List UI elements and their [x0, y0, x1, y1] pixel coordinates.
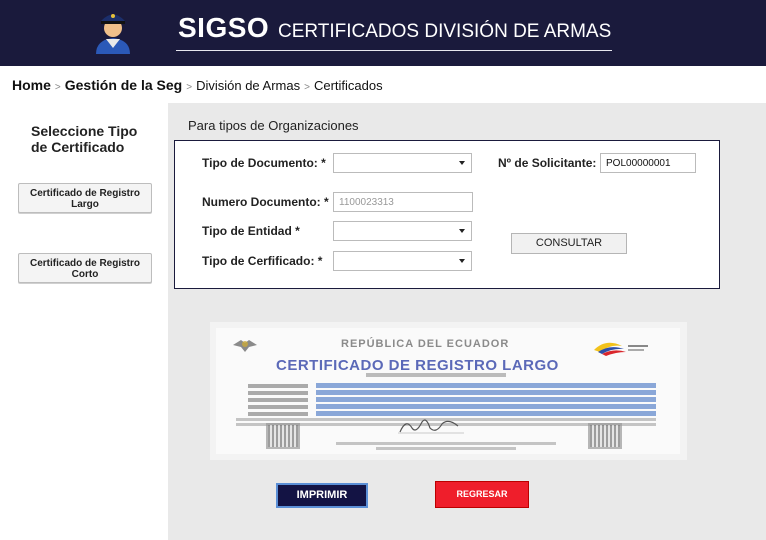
section-title: Para tipos de Organizaciones: [188, 118, 359, 133]
search-form: Tipo de Documento: * Nº de Solicitante: …: [174, 140, 720, 289]
certificate-document: REPÚBLICA DEL ECUADOR CERTIFICADO DE REG…: [216, 328, 680, 454]
tipo-entidad-select[interactable]: [333, 221, 472, 241]
certificate-field-value: [316, 383, 656, 388]
numero-documento-field[interactable]: 1100023313: [333, 192, 473, 212]
breadcrumb-gestion[interactable]: Gestión de la Seg: [65, 77, 182, 93]
certificate-field-label: [248, 405, 308, 409]
consultar-button[interactable]: CONSULTAR: [511, 233, 627, 254]
certificate-field-value: [316, 397, 656, 402]
certificate-title: CERTIFICADO DE REGISTRO LARGO: [276, 357, 559, 374]
breadcrumb-home[interactable]: Home: [12, 77, 51, 93]
certificate-field-label: [248, 384, 308, 388]
certificate-field-label: [248, 398, 308, 402]
app-subtitle: CERTIFICADOS DIVISIÓN DE ARMAS: [278, 21, 612, 42]
certificado-corto-button[interactable]: Certificado de Registro Corto: [18, 253, 152, 283]
certificate-field-value: [316, 404, 656, 409]
certificate-country: REPÚBLICA DEL ECUADOR: [341, 338, 510, 350]
app-header: SIGSO CERTIFICADOS DIVISIÓN DE ARMAS: [0, 0, 766, 66]
header-divider: [176, 50, 612, 51]
certificate-footer-line: [336, 442, 556, 445]
imprimir-button[interactable]: IMPRIMIR: [276, 483, 368, 508]
breadcrumb-division-armas[interactable]: División de Armas: [196, 78, 300, 93]
certificado-largo-button[interactable]: Certificado de Registro Largo: [18, 183, 152, 213]
signature-icon: [398, 419, 464, 434]
tipo-certificado-select[interactable]: [333, 251, 472, 271]
solicitante-field[interactable]: POL00000001: [600, 153, 696, 173]
ministry-logo-icon: [594, 342, 648, 356]
certificate-footer-line: [376, 447, 516, 450]
numero-documento-label: Numero Documento: *: [202, 195, 329, 209]
qr-code-icon: [588, 423, 622, 449]
main-panel: Para tipos de Organizaciones Tipo de Doc…: [168, 103, 766, 540]
certificate-field-label: [248, 391, 308, 395]
qr-code-icon: [266, 423, 300, 449]
eagle-emblem-icon: [233, 340, 257, 352]
breadcrumb: Home > Gestión de la Seg > División de Armas…: [12, 77, 383, 93]
certificate-field-value: [316, 390, 656, 395]
breadcrumb-separator-icon: >: [186, 82, 193, 93]
tipo-documento-label: Tipo de Documento: *: [202, 156, 326, 170]
certificate-preview: REPÚBLICA DEL ECUADOR CERTIFICADO DE REG…: [210, 322, 687, 460]
chevron-down-icon: [459, 259, 465, 263]
chevron-down-icon: [459, 161, 465, 165]
breadcrumb-certificados[interactable]: Certificados: [314, 78, 383, 93]
certificate-subtitle-line: [366, 373, 506, 377]
chevron-down-icon: [459, 229, 465, 233]
breadcrumb-separator-icon: >: [54, 82, 61, 93]
certificate-field-value: [316, 411, 656, 416]
regresar-button[interactable]: REGRESAR: [435, 481, 529, 508]
tipo-entidad-label: Tipo de Entidad *: [202, 224, 300, 238]
police-officer-icon: [96, 14, 130, 54]
solicitante-label: Nº de Solicitante:: [498, 156, 597, 170]
sidebar: Seleccione Tipo de Certificado Certifica…: [0, 103, 168, 540]
tipo-documento-select[interactable]: [333, 153, 472, 173]
tipo-certificado-label: Tipo de Cerfificado: *: [202, 254, 323, 268]
breadcrumb-separator-icon: >: [304, 82, 310, 93]
app-brand: SIGSO: [178, 12, 270, 43]
certificate-field-label: [248, 412, 308, 416]
sidebar-title: Seleccione Tipo de Certificado: [31, 123, 138, 155]
